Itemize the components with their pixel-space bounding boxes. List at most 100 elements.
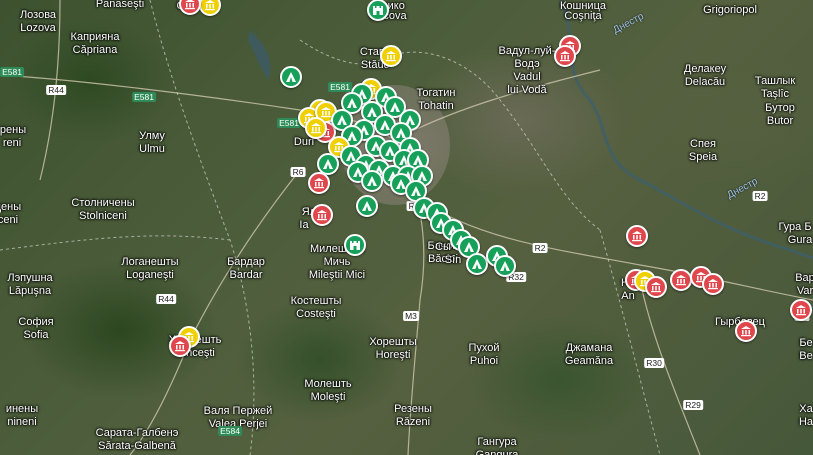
road-shield-e581-a: E581 xyxy=(0,67,24,77)
place-label-lapusna-ru: Лэпушна xyxy=(7,272,53,284)
museum-building-icon xyxy=(632,231,642,242)
fort-marker[interactable] xyxy=(367,0,389,21)
place-label-anenii: An xyxy=(621,290,635,302)
place-label-milestii-ru2: Мичь xyxy=(323,256,351,268)
place-label-cosnita: Coşniţa xyxy=(564,10,602,22)
place-label-logane: Loganeşti xyxy=(126,269,174,281)
place-label-varn-ru: Вар xyxy=(795,272,813,284)
museum-building-icon xyxy=(676,275,686,286)
road-shield-e581-b: E581 xyxy=(132,92,156,102)
place-label-razeni: Răzeni xyxy=(395,416,431,428)
road-shield-e581-c: E581 xyxy=(328,82,352,92)
place-label-speia: Speia xyxy=(688,151,718,163)
place-label-puhoi: Puhoi xyxy=(469,355,499,367)
place-label-razeni-ru: Резены xyxy=(394,403,432,415)
place-label-gura-ru: Гура Б xyxy=(778,221,812,233)
fortress-icon xyxy=(350,241,360,250)
place-label-gangura: Gangura xyxy=(475,449,519,455)
museum-building-icon xyxy=(741,326,751,337)
place-label-gura: Gura xyxy=(787,234,813,246)
place-label-hrenoe: reni xyxy=(2,137,22,149)
museum-building-icon xyxy=(314,178,324,189)
map-view[interactable]: Лозова Lozova Каприяна Căpriana Улму Ulmu Стол… xyxy=(0,0,813,455)
tent-icon xyxy=(337,115,347,125)
museum-marker[interactable] xyxy=(702,273,724,295)
place-label-stolniceni: Stolniceni xyxy=(79,210,127,222)
monument-marker[interactable] xyxy=(305,117,327,139)
road-shield-r2-b: R2 xyxy=(532,243,548,253)
tent-marker[interactable] xyxy=(466,253,488,275)
place-label-bardar-ru: Бардар xyxy=(227,256,265,268)
place-label-molesti: Moleşti xyxy=(310,391,346,403)
museum-building-icon xyxy=(317,210,327,221)
museum-building-icon xyxy=(205,0,215,11)
tent-marker[interactable] xyxy=(361,170,383,192)
place-label-speia-ru: Спея xyxy=(690,138,716,150)
museum-building-icon xyxy=(560,51,570,62)
road-shield-r30: R30 xyxy=(644,358,664,368)
place-label-butor-ru: Бутор xyxy=(765,102,795,114)
place-label-ninc: nineni xyxy=(7,416,37,428)
place-label-varn: Var xyxy=(796,285,813,297)
place-label-delacau: Delacău xyxy=(684,76,726,88)
place-label-geamana: Geamăna xyxy=(564,355,614,367)
road-shield-r44-a: R44 xyxy=(46,85,66,95)
place-label-vadul: Vadul xyxy=(513,71,541,83)
museum-marker[interactable] xyxy=(670,269,692,291)
place-label-vadul2: lui Vodă xyxy=(507,84,547,96)
tent-marker[interactable] xyxy=(494,255,516,277)
lake xyxy=(248,30,271,80)
museum-building-icon xyxy=(386,51,396,62)
tent-icon xyxy=(367,107,377,117)
place-label-valea-ru: Валя Пержей xyxy=(203,405,273,417)
museum-building-icon xyxy=(185,0,195,10)
road-shield-r2-d: R2 xyxy=(752,191,768,201)
museum-building-icon xyxy=(321,107,331,118)
tent-icon xyxy=(362,201,372,211)
fort-marker[interactable] xyxy=(344,234,366,256)
place-label-taslic-ru: Ташлык xyxy=(754,75,796,87)
place-label-singera: Sîn xyxy=(444,254,462,266)
place-label-molesti-ru: Молешть xyxy=(304,378,352,390)
road-shield-r44-b: R44 xyxy=(156,294,176,304)
place-label-sarata: Sărata-Galbenă xyxy=(98,440,176,452)
place-label-lozova-ru: Лозова xyxy=(19,9,57,21)
place-label-lapusna: Lăpuşna xyxy=(8,285,52,297)
place-label-milestii: Mileştii Mici xyxy=(308,269,366,281)
museum-marker[interactable] xyxy=(308,172,330,194)
place-label-logane-ru: Логанешты xyxy=(121,256,179,268)
place-label-puhoi-ru: Пухой xyxy=(468,342,500,354)
place-label-costesti-ru: Костешты xyxy=(290,295,342,307)
tent-icon xyxy=(411,186,421,196)
place-label-grigoriopol: Grigoriopol xyxy=(703,4,757,16)
tent-marker[interactable] xyxy=(280,66,302,88)
tent-marker[interactable] xyxy=(356,195,378,217)
place-label-vadul-ru2: Водэ xyxy=(514,58,540,70)
place-label-tohatin-ru: Тогатин xyxy=(416,87,456,99)
place-label-taslic: Taşlîc xyxy=(760,88,790,100)
museum-marker[interactable] xyxy=(311,204,333,226)
tent-icon xyxy=(347,98,357,108)
road-shield-r6: R6 xyxy=(290,167,306,177)
museum-marker[interactable] xyxy=(554,45,576,67)
place-label-capriana-ru: Каприяна xyxy=(70,31,120,43)
museum-marker[interactable] xyxy=(790,299,812,321)
place-label-ninc-ru: инены xyxy=(5,403,39,415)
tent-icon xyxy=(380,120,390,130)
museum-marker[interactable] xyxy=(645,276,667,298)
place-label-tsi-ru: цены xyxy=(0,201,22,213)
place-label-hrenoe-ru: рены xyxy=(0,124,27,136)
place-label-stolniceni-ru: Столничены xyxy=(71,197,135,209)
place-label-delacau-ru: Делакеу xyxy=(683,63,727,75)
place-label-eb-ru: Бе xyxy=(799,337,813,349)
place-label-eb: Be xyxy=(799,350,813,362)
place-label-lozova: Lozova xyxy=(20,22,56,34)
museum-marker[interactable] xyxy=(169,335,191,357)
tent-icon xyxy=(500,261,510,271)
place-label-bardar: Bardar xyxy=(229,269,263,281)
museum-marker[interactable] xyxy=(626,225,648,247)
place-label-tsi: ceni xyxy=(0,214,19,226)
road-shield-m3-a: M3 xyxy=(403,311,419,321)
monument-marker[interactable] xyxy=(380,45,402,67)
museum-marker[interactable] xyxy=(735,320,757,342)
